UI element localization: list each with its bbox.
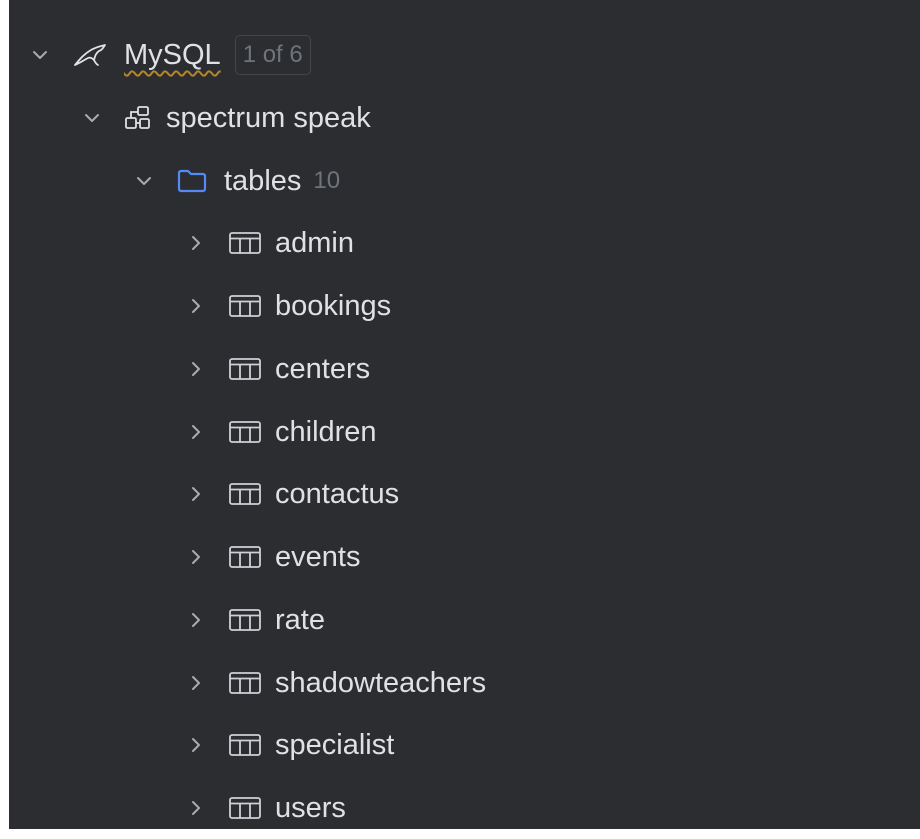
tree-node-table[interactable]: admin [185, 212, 354, 274]
table-icon [227, 293, 263, 319]
chevron-right-icon[interactable] [185, 734, 207, 756]
tree-node-tables-folder[interactable]: tables 10 [133, 150, 340, 212]
table-name: bookings [275, 290, 392, 322]
tree-node-table[interactable]: shadowteachers [185, 652, 486, 714]
chevron-right-icon[interactable] [185, 609, 207, 631]
schema-name: spectrum speak [166, 102, 371, 134]
table-icon [227, 607, 263, 633]
table-icon [227, 732, 263, 758]
tables-count: 10 [313, 167, 341, 194]
datasource-position-badge: 1 of 6 [234, 35, 311, 75]
tree-node-table[interactable]: users [185, 777, 346, 839]
tree-node-table[interactable]: children [185, 401, 377, 463]
chevron-right-icon[interactable] [185, 483, 207, 505]
table-name: admin [275, 227, 354, 259]
mysql-dolphin-icon [72, 42, 110, 68]
table-icon [227, 795, 263, 821]
chevron-down-icon[interactable] [133, 170, 155, 192]
tree-node-table[interactable]: rate [185, 589, 325, 651]
table-name: specialist [275, 729, 395, 761]
chevron-right-icon[interactable] [185, 546, 207, 568]
table-name: shadowteachers [275, 667, 487, 699]
schema-icon [124, 105, 152, 131]
table-name: users [275, 792, 346, 824]
datasource-name: MySQL [124, 39, 221, 71]
chevron-right-icon[interactable] [185, 797, 207, 819]
table-icon [227, 419, 263, 445]
database-explorer-panel: MySQL 1 of 6 spectrum speak tables 10 ad… [9, 0, 920, 829]
tree-node-datasource[interactable]: MySQL 1 of 6 [29, 24, 311, 86]
tree-node-table[interactable]: contactus [185, 463, 399, 525]
chevron-right-icon[interactable] [185, 358, 207, 380]
table-icon [227, 481, 263, 507]
tables-folder-name: tables [224, 165, 302, 197]
folder-icon [176, 168, 208, 194]
table-name: events [275, 541, 361, 573]
table-icon [227, 356, 263, 382]
tree-node-table[interactable]: specialist [185, 714, 394, 776]
table-name: centers [275, 353, 371, 385]
tree-node-table[interactable]: centers [185, 338, 370, 400]
tree-node-table[interactable]: bookings [185, 275, 391, 337]
table-icon [227, 544, 263, 570]
tree-node-table[interactable]: events [185, 526, 360, 588]
table-name: rate [275, 604, 325, 636]
table-name: children [275, 416, 377, 448]
chevron-right-icon[interactable] [185, 295, 207, 317]
table-icon [227, 230, 263, 256]
chevron-right-icon[interactable] [185, 232, 207, 254]
chevron-down-icon[interactable] [81, 107, 103, 129]
table-icon [227, 670, 263, 696]
tree-node-schema[interactable]: spectrum speak [81, 87, 371, 149]
chevron-down-icon[interactable] [29, 44, 51, 66]
chevron-right-icon[interactable] [185, 672, 207, 694]
table-name: contactus [275, 478, 400, 510]
chevron-right-icon[interactable] [185, 421, 207, 443]
